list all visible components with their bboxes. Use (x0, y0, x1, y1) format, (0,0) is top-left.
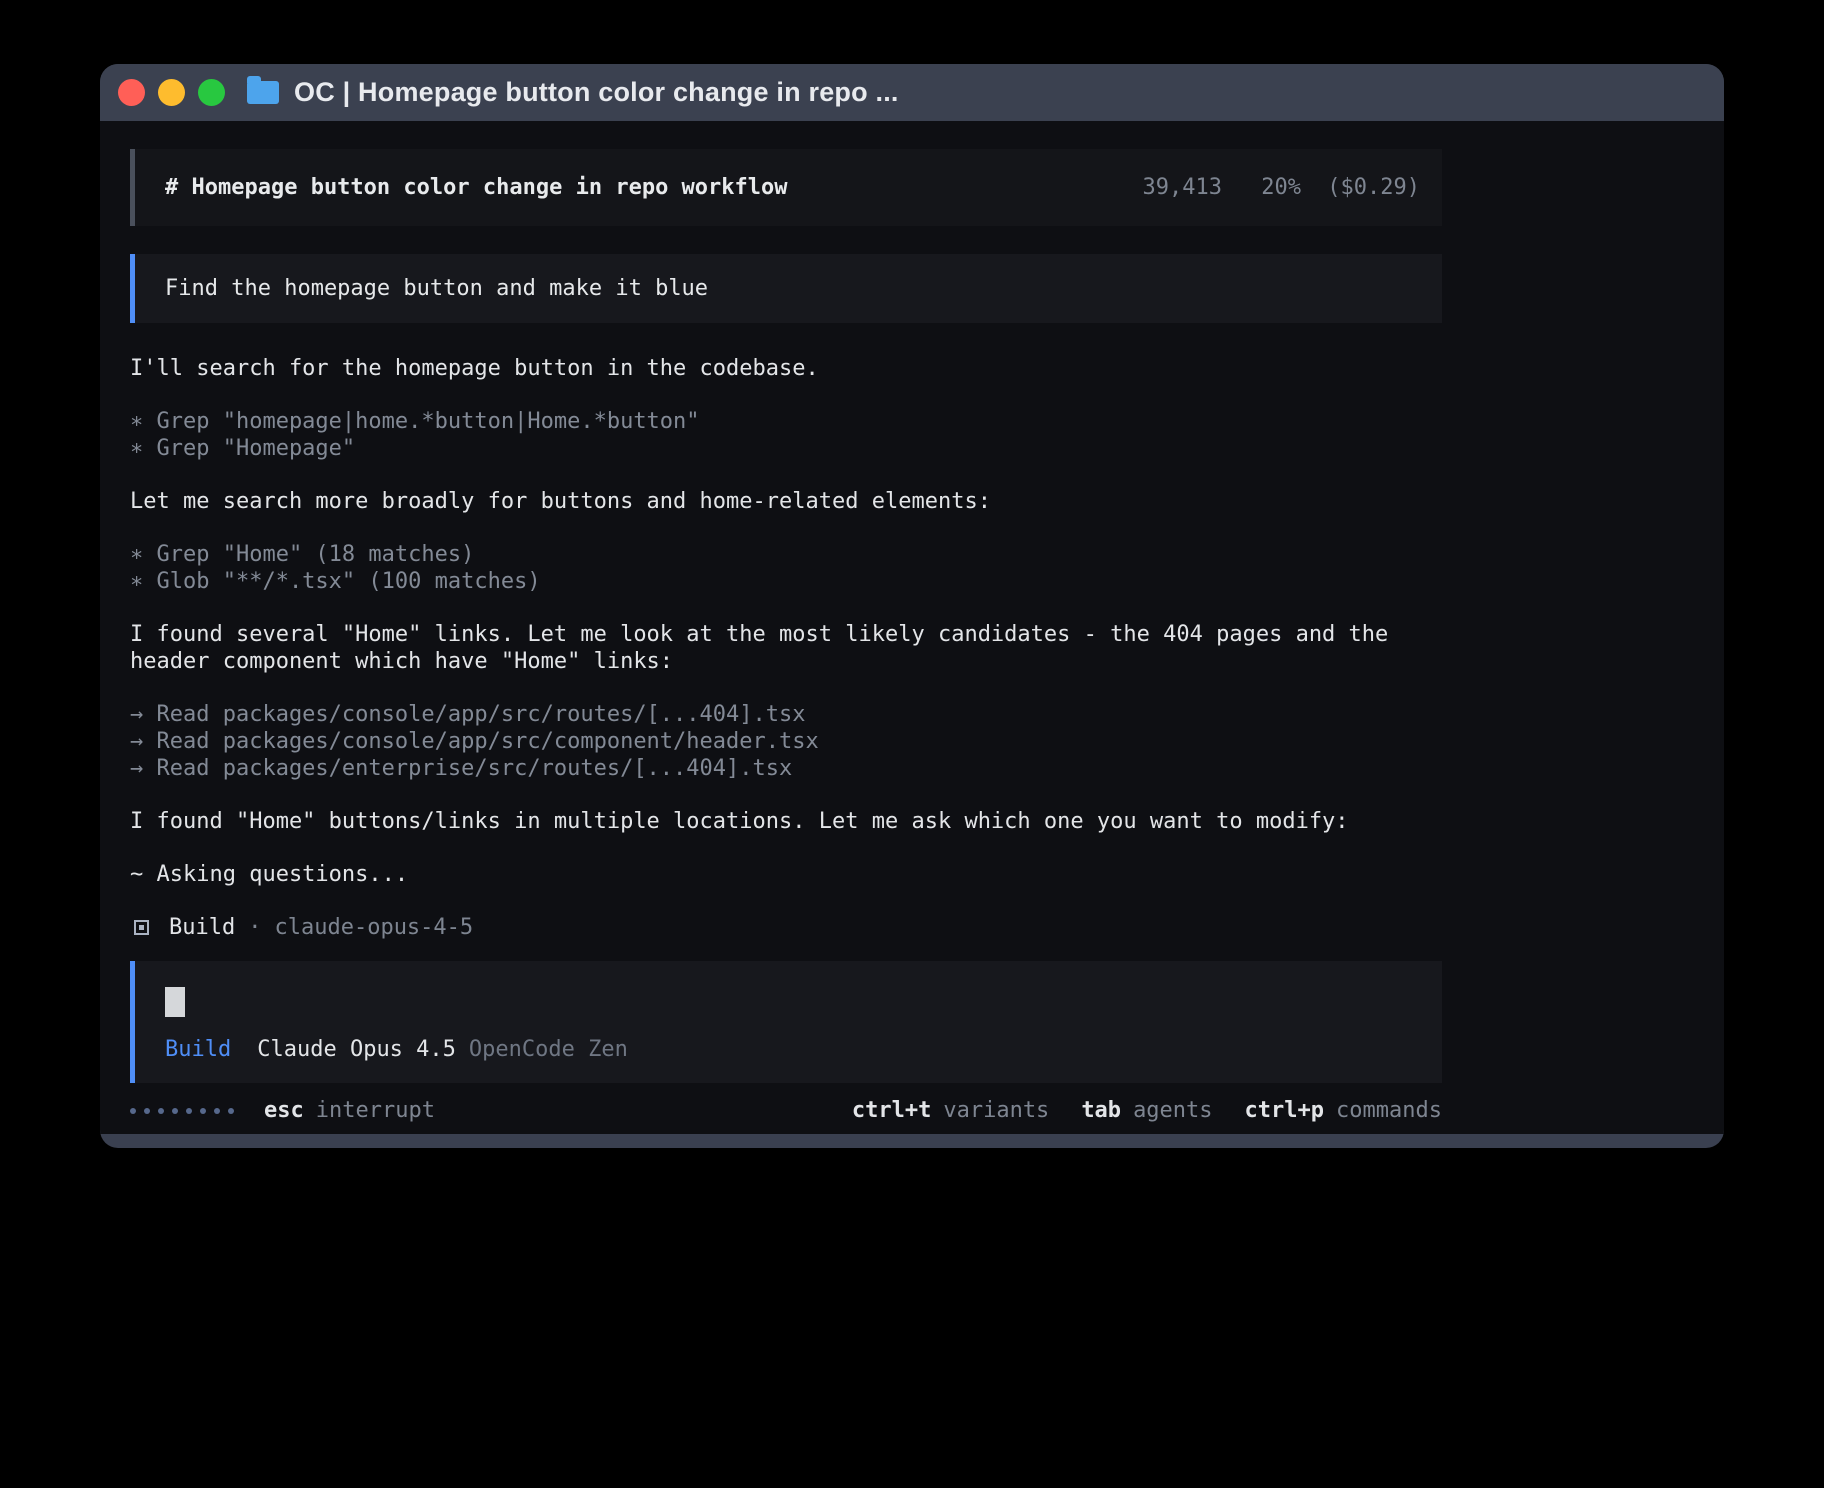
status-footer: esc interrupt ctrl+t variants tab agents… (130, 1097, 1442, 1124)
footer-hints: ctrl+t variants tab agents ctrl+p comman… (852, 1097, 1442, 1124)
hint-label: variants (943, 1097, 1049, 1124)
assistant-paragraph: I found "Home" buttons/links in multiple… (130, 808, 1442, 835)
session-cost: ($0.29) (1327, 175, 1420, 200)
assistant-paragraph: I'll search for the homepage button in t… (130, 355, 1442, 382)
tool-call-glob: ∗ Glob "**/*.tsx" (100 matches) (130, 568, 1442, 595)
assistant-status-text: ~ Asking questions... (130, 861, 1442, 888)
spinner-icon (130, 1108, 234, 1114)
input-status-bar: Build Claude Opus 4.5 OpenCode Zen (165, 1036, 1420, 1063)
hint-key: ctrl+t (852, 1097, 931, 1124)
footer-left: esc interrupt (130, 1097, 435, 1124)
folder-icon (247, 81, 279, 104)
text-cursor (165, 987, 185, 1017)
zoom-window-button[interactable] (198, 79, 225, 106)
prompt-input[interactable]: Build Claude Opus 4.5 OpenCode Zen (130, 961, 1442, 1083)
input-mode: Build (165, 1036, 231, 1063)
window-titlebar[interactable]: OC | Homepage button color change in rep… (100, 64, 1724, 121)
hint-label: agents (1133, 1097, 1212, 1124)
tool-call-grep: ∗ Grep "homepage|home.*button|Home.*butt… (130, 408, 1442, 435)
terminal-window: OC | Homepage button color change in rep… (100, 64, 1724, 1148)
tool-call-read: → Read packages/enterprise/src/routes/[.… (130, 755, 1442, 782)
tool-call-group: → Read packages/console/app/src/routes/[… (130, 701, 1442, 782)
agent-separator: · (248, 914, 261, 941)
window-title: OC | Homepage button color change in rep… (294, 77, 899, 108)
close-window-button[interactable] (118, 79, 145, 106)
tool-call-group: ∗ Grep "Home" (18 matches) ∗ Glob "**/*.… (130, 541, 1442, 595)
minimize-window-button[interactable] (158, 79, 185, 106)
assistant-transcript: I'll search for the homepage button in t… (130, 355, 1442, 941)
hint-key: tab (1081, 1097, 1121, 1124)
user-message: Find the homepage button and make it blu… (130, 254, 1442, 323)
hint-variants: ctrl+t variants (852, 1097, 1049, 1124)
assistant-paragraph: I found several "Home" links. Let me loo… (130, 621, 1442, 675)
token-count: 39,413 (1143, 175, 1222, 200)
agent-name: Build (169, 914, 235, 941)
interrupt-key: esc (264, 1097, 304, 1124)
input-provider: OpenCode Zen (469, 1036, 628, 1063)
assistant-paragraph: Let me search more broadly for buttons a… (130, 488, 1442, 515)
agent-square-icon (134, 920, 149, 935)
session-header: # Homepage button color change in repo w… (130, 149, 1442, 226)
tool-call-read: → Read packages/console/app/src/routes/[… (130, 701, 1442, 728)
hint-key: ctrl+p (1245, 1097, 1324, 1124)
user-message-text: Find the homepage button and make it blu… (165, 276, 708, 301)
traffic-lights (100, 79, 225, 106)
context-percent: 20% (1261, 175, 1301, 200)
hint-commands: ctrl+p commands (1245, 1097, 1442, 1124)
tool-call-read: → Read packages/console/app/src/componen… (130, 728, 1442, 755)
session-title: # Homepage button color change in repo w… (165, 174, 788, 201)
agent-status-row: Build · claude-opus-4-5 (130, 914, 1442, 941)
session-stats: 39,413 20% ($0.29) (1143, 174, 1420, 201)
interrupt-label: interrupt (316, 1097, 435, 1124)
hint-label: commands (1336, 1097, 1442, 1124)
input-model: Claude Opus 4.5 (257, 1036, 456, 1063)
tool-call-grep: ∗ Grep "Home" (18 matches) (130, 541, 1442, 568)
tool-call-group: ∗ Grep "homepage|home.*button|Home.*butt… (130, 408, 1442, 462)
agent-model: claude-opus-4-5 (274, 914, 473, 941)
terminal-content[interactable]: # Homepage button color change in repo w… (100, 121, 1724, 1134)
tool-call-grep: ∗ Grep "Homepage" (130, 435, 1442, 462)
hint-agents: tab agents (1081, 1097, 1212, 1124)
